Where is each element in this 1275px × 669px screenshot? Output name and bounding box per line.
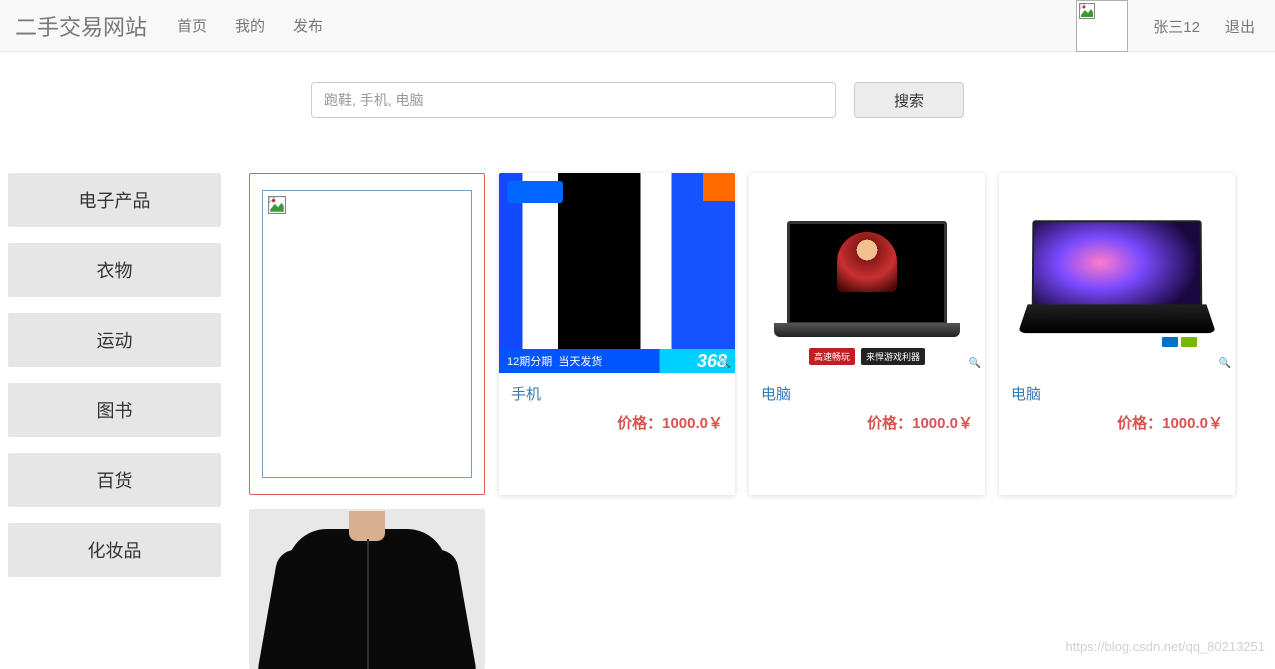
product-card[interactable]: 12期分期 当天发货 368 🔍 手机 价格：1000.0￥ [499,173,735,495]
product-grid: 12期分期 当天发货 368 🔍 手机 价格：1000.0￥ 高速畅玩 来悍游戏… [249,173,1267,669]
nav-publish[interactable]: 发布 [293,15,323,36]
product-image: 🔍 [999,173,1235,373]
search-input[interactable] [311,82,836,118]
product-card[interactable]: 高速畅玩 来悍游戏利器 🔍 电脑 价格：1000.0￥ [749,173,985,495]
logout-link[interactable]: 退出 [1225,16,1255,37]
top-nav: 二手交易网站 首页 我的 发布 张三12 退出 [0,0,1275,52]
broken-image-icon [268,196,286,214]
product-price: 价格：1000.0￥ [499,412,735,449]
product-title: 电脑 [749,373,985,412]
search-button[interactable]: 搜索 [854,82,964,118]
product-image: 12期分期 当天发货 368 🔍 [499,173,735,373]
product-title: 电脑 [999,373,1235,412]
category-cosmetics[interactable]: 化妆品 [8,523,221,577]
nav-mine[interactable]: 我的 [235,15,265,36]
category-electronics[interactable]: 电子产品 [8,173,221,227]
image-placeholder-border [262,190,472,478]
site-brand[interactable]: 二手交易网站 [15,10,147,42]
product-image [249,509,485,669]
product-image: 高速畅玩 来悍游戏利器 🔍 [749,173,985,373]
username-link[interactable]: 张三12 [1153,16,1200,37]
category-sports[interactable]: 运动 [8,313,221,367]
zoom-icon: 🔍 [1219,358,1231,369]
product-price: 价格：1000.0￥ [749,412,985,449]
zoom-icon: 🔍 [969,358,981,369]
main-area: 电子产品 衣物 运动 图书 百货 化妆品 [0,173,1275,669]
broken-image-icon [1079,3,1095,19]
category-clothing[interactable]: 衣物 [8,243,221,297]
product-title: 手机 [499,373,735,412]
nav-right: 张三12 退出 [1076,0,1255,52]
avatar[interactable] [1076,0,1128,52]
nav-links: 首页 我的 发布 [177,15,323,36]
search-row: 搜索 [0,82,1275,118]
nav-home[interactable]: 首页 [177,15,207,36]
product-card[interactable] [249,509,485,669]
product-card[interactable]: 🔍 电脑 价格：1000.0￥ [999,173,1235,495]
product-image [250,174,484,494]
product-card[interactable] [249,173,485,495]
category-books[interactable]: 图书 [8,383,221,437]
product-price: 价格：1000.0￥ [999,412,1235,449]
category-sidebar: 电子产品 衣物 运动 图书 百货 化妆品 [8,173,221,593]
zoom-icon: 🔍 [719,358,731,369]
category-general[interactable]: 百货 [8,453,221,507]
